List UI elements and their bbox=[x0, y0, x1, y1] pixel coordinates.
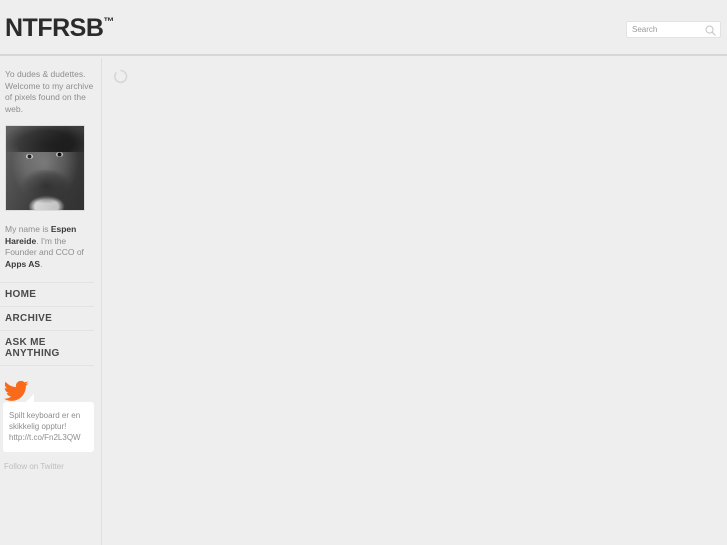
site-logo[interactable]: NTFRSB™ bbox=[5, 16, 114, 41]
bio-company: Apps AS bbox=[5, 258, 41, 269]
tweet-text: Spilt keyboard er en skikkelig opptur! bbox=[9, 411, 81, 431]
avatar-shading bbox=[6, 126, 84, 210]
sidebar-item-home[interactable]: HOME bbox=[0, 283, 94, 306]
avatar bbox=[5, 125, 85, 211]
sidebar-nav: HOME ARCHIVE ASK ME ANYTHING bbox=[0, 282, 101, 366]
main-content bbox=[103, 58, 727, 545]
sidebar: Yo dudes & dudettes. Welcome to my archi… bbox=[0, 58, 102, 545]
sidebar-intro-text: Yo dudes & dudettes. Welcome to my archi… bbox=[5, 69, 94, 114]
sidebar-bio-text: My name is Espen Hareide. I'm the Founde… bbox=[5, 224, 93, 270]
site-logo-text: NTFRSB bbox=[5, 14, 104, 42]
search-icon[interactable] bbox=[705, 25, 716, 36]
sidebar-nav-item-archive[interactable]: ARCHIVE bbox=[0, 306, 94, 330]
bio-prefix: My name is bbox=[5, 224, 51, 234]
sidebar-nav-item-ask-me-anything[interactable]: ASK ME ANYTHING bbox=[0, 330, 94, 366]
search-box[interactable] bbox=[626, 21, 721, 38]
bio-suffix: . bbox=[40, 258, 43, 269]
tweet-bubble: Spilt keyboard er en skikkelig opptur! h… bbox=[3, 394, 94, 452]
sidebar-item-ask-me-anything[interactable]: ASK ME ANYTHING bbox=[0, 331, 94, 365]
loading-spinner-icon bbox=[114, 69, 128, 84]
trademark-symbol: ™ bbox=[103, 16, 115, 28]
search-input[interactable] bbox=[632, 22, 704, 37]
sidebar-item-archive[interactable]: ARCHIVE bbox=[0, 307, 94, 330]
follow-on-twitter-link[interactable]: Follow on Twitter bbox=[4, 461, 101, 472]
sidebar-nav-item-home[interactable]: HOME bbox=[0, 282, 94, 306]
tweet-url-link[interactable]: http://t.co/Fn2L3QW bbox=[9, 432, 88, 443]
twitter-widget: Spilt keyboard er en skikkelig opptur! h… bbox=[0, 380, 101, 472]
site-header: NTFRSB™ bbox=[0, 0, 727, 56]
